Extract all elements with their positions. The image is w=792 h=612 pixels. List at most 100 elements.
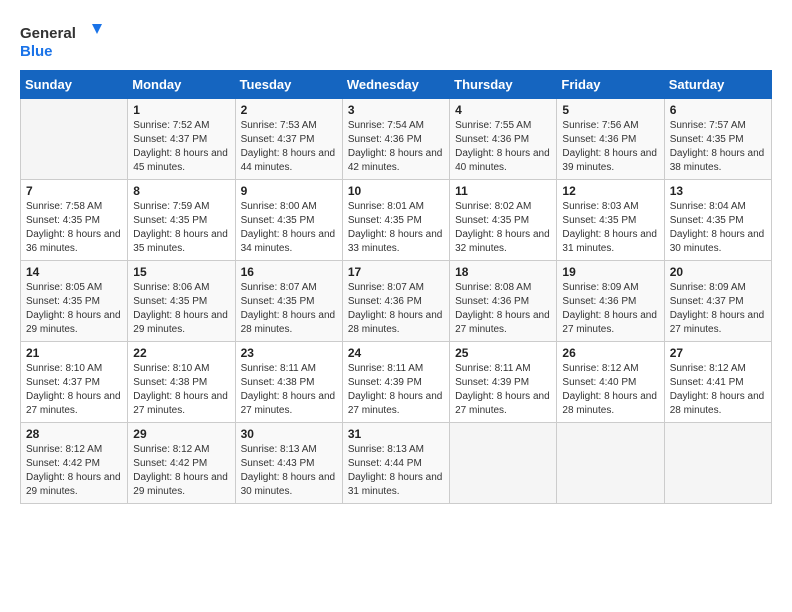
day-details: Sunrise: 8:12 AMSunset: 4:42 PMDaylight:…	[133, 443, 229, 499]
calendar-cell: 28 Sunrise: 8:12 AMSunset: 4:42 PMDayligh…	[21, 423, 128, 504]
day-number: 28	[26, 427, 122, 441]
day-number: 11	[455, 184, 551, 198]
calendar-cell: 31Sunrise: 8:13 AMSunset: 4:44 PMDayligh…	[342, 423, 449, 504]
calendar-cell	[450, 423, 557, 504]
day-number: 31	[348, 427, 444, 441]
day-details: Sunrise: 8:10 AMSunset: 4:37 PMDaylight:…	[26, 362, 122, 418]
day-number: 18	[455, 265, 551, 279]
calendar-cell: 24 Sunrise: 8:11 AMSunset: 4:39 PMDayligh…	[342, 342, 449, 423]
calendar-cell: 8 Sunrise: 7:59 AMSunset: 4:35 PMDaylight…	[128, 180, 235, 261]
day-number: 1	[133, 103, 229, 117]
day-details: Sunrise: 8:13 AMSunset: 4:43 PMDaylight:…	[241, 443, 337, 499]
day-details: Sunrise: 8:12 AMSunset: 4:41 PMDaylight:…	[670, 362, 766, 418]
day-number: 22	[133, 346, 229, 360]
calendar-cell: 7Sunrise: 7:58 AMSunset: 4:35 PMDaylight…	[21, 180, 128, 261]
calendar-table: SundayMondayTuesdayWednesdayThursdayFrid…	[20, 70, 772, 504]
day-details: Sunrise: 8:11 AMSunset: 4:38 PMDaylight:…	[241, 362, 337, 418]
calendar-cell: 2 Sunrise: 7:53 AMSunset: 4:37 PMDaylight…	[235, 99, 342, 180]
day-number: 10	[348, 184, 444, 198]
day-number: 24	[348, 346, 444, 360]
day-number: 4	[455, 103, 551, 117]
calendar-week-row: 1 Sunrise: 7:52 AMSunset: 4:37 PMDaylight…	[21, 99, 772, 180]
weekday-header-cell: Thursday	[450, 71, 557, 99]
calendar-cell: 14 Sunrise: 8:05 AMSunset: 4:35 PMDayligh…	[21, 261, 128, 342]
calendar-cell: 3Sunrise: 7:54 AMSunset: 4:36 PMDaylight…	[342, 99, 449, 180]
day-details: Sunrise: 7:53 AMSunset: 4:37 PMDaylight:…	[241, 119, 337, 175]
calendar-cell: 23 Sunrise: 8:11 AMSunset: 4:38 PMDayligh…	[235, 342, 342, 423]
day-number: 23	[241, 346, 337, 360]
calendar-cell: 22Sunrise: 8:10 AMSunset: 4:38 PMDayligh…	[128, 342, 235, 423]
day-number: 21	[26, 346, 122, 360]
day-details: Sunrise: 8:04 AMSunset: 4:35 PMDaylight:…	[670, 200, 766, 256]
calendar-cell: 27 Sunrise: 8:12 AMSunset: 4:41 PMDayligh…	[664, 342, 771, 423]
weekday-header-cell: Tuesday	[235, 71, 342, 99]
day-details: Sunrise: 8:11 AMSunset: 4:39 PMDaylight:…	[455, 362, 551, 418]
day-details: Sunrise: 8:12 AMSunset: 4:40 PMDaylight:…	[562, 362, 658, 418]
calendar-cell: 18 Sunrise: 8:08 AMSunset: 4:36 PMDayligh…	[450, 261, 557, 342]
calendar-week-row: 21 Sunrise: 8:10 AMSunset: 4:37 PMDayligh…	[21, 342, 772, 423]
day-details: Sunrise: 7:59 AMSunset: 4:35 PMDaylight:…	[133, 200, 229, 256]
calendar-cell: 29 Sunrise: 8:12 AMSunset: 4:42 PMDayligh…	[128, 423, 235, 504]
calendar-week-row: 7Sunrise: 7:58 AMSunset: 4:35 PMDaylight…	[21, 180, 772, 261]
day-number: 27	[670, 346, 766, 360]
svg-text:Blue: Blue	[20, 43, 53, 60]
calendar-cell: 21 Sunrise: 8:10 AMSunset: 4:37 PMDayligh…	[21, 342, 128, 423]
day-number: 30	[241, 427, 337, 441]
calendar-week-row: 28 Sunrise: 8:12 AMSunset: 4:42 PMDayligh…	[21, 423, 772, 504]
day-number: 2	[241, 103, 337, 117]
day-details: Sunrise: 8:00 AMSunset: 4:35 PMDaylight:…	[241, 200, 337, 256]
calendar-cell: 16Sunrise: 8:07 AMSunset: 4:35 PMDayligh…	[235, 261, 342, 342]
day-number: 20	[670, 265, 766, 279]
calendar-cell	[21, 99, 128, 180]
logo: General Blue	[20, 20, 110, 62]
calendar-cell: 17 Sunrise: 8:07 AMSunset: 4:36 PMDayligh…	[342, 261, 449, 342]
day-details: Sunrise: 8:08 AMSunset: 4:36 PMDaylight:…	[455, 281, 551, 337]
day-details: Sunrise: 7:57 AMSunset: 4:35 PMDaylight:…	[670, 119, 766, 175]
day-number: 7	[26, 184, 122, 198]
day-details: Sunrise: 8:02 AMSunset: 4:35 PMDaylight:…	[455, 200, 551, 256]
calendar-cell: 30 Sunrise: 8:13 AMSunset: 4:43 PMDayligh…	[235, 423, 342, 504]
day-number: 9	[241, 184, 337, 198]
day-details: Sunrise: 8:05 AMSunset: 4:35 PMDaylight:…	[26, 281, 122, 337]
day-number: 25	[455, 346, 551, 360]
day-details: Sunrise: 8:03 AMSunset: 4:35 PMDaylight:…	[562, 200, 658, 256]
day-details: Sunrise: 8:07 AMSunset: 4:36 PMDaylight:…	[348, 281, 444, 337]
day-number: 5	[562, 103, 658, 117]
calendar-cell: 13Sunrise: 8:04 AMSunset: 4:35 PMDayligh…	[664, 180, 771, 261]
calendar-cell: 9 Sunrise: 8:00 AMSunset: 4:35 PMDaylight…	[235, 180, 342, 261]
calendar-week-row: 14 Sunrise: 8:05 AMSunset: 4:35 PMDayligh…	[21, 261, 772, 342]
svg-text:General: General	[20, 25, 76, 42]
day-number: 15	[133, 265, 229, 279]
day-number: 29	[133, 427, 229, 441]
weekday-header-cell: Monday	[128, 71, 235, 99]
calendar-cell: 19Sunrise: 8:09 AMSunset: 4:36 PMDayligh…	[557, 261, 664, 342]
day-details: Sunrise: 8:12 AMSunset: 4:42 PMDaylight:…	[26, 443, 122, 499]
day-details: Sunrise: 7:52 AMSunset: 4:37 PMDaylight:…	[133, 119, 229, 175]
day-number: 14	[26, 265, 122, 279]
logo-svg: General Blue	[20, 20, 110, 62]
calendar-cell: 4 Sunrise: 7:55 AMSunset: 4:36 PMDaylight…	[450, 99, 557, 180]
day-details: Sunrise: 8:07 AMSunset: 4:35 PMDaylight:…	[241, 281, 337, 337]
weekday-header-cell: Sunday	[21, 71, 128, 99]
weekday-header-cell: Friday	[557, 71, 664, 99]
day-details: Sunrise: 8:06 AMSunset: 4:35 PMDaylight:…	[133, 281, 229, 337]
day-number: 26	[562, 346, 658, 360]
calendar-cell: 6 Sunrise: 7:57 AMSunset: 4:35 PMDaylight…	[664, 99, 771, 180]
day-details: Sunrise: 8:11 AMSunset: 4:39 PMDaylight:…	[348, 362, 444, 418]
day-number: 12	[562, 184, 658, 198]
day-number: 8	[133, 184, 229, 198]
day-details: Sunrise: 8:09 AMSunset: 4:36 PMDaylight:…	[562, 281, 658, 337]
day-number: 6	[670, 103, 766, 117]
calendar-cell: 10 Sunrise: 8:01 AMSunset: 4:35 PMDayligh…	[342, 180, 449, 261]
calendar-cell: 25 Sunrise: 8:11 AMSunset: 4:39 PMDayligh…	[450, 342, 557, 423]
header: General Blue	[20, 20, 772, 62]
calendar-cell: 1 Sunrise: 7:52 AMSunset: 4:37 PMDaylight…	[128, 99, 235, 180]
calendar-cell: 15 Sunrise: 8:06 AMSunset: 4:35 PMDayligh…	[128, 261, 235, 342]
day-number: 17	[348, 265, 444, 279]
calendar-cell: 26 Sunrise: 8:12 AMSunset: 4:40 PMDayligh…	[557, 342, 664, 423]
calendar-cell: 5Sunrise: 7:56 AMSunset: 4:36 PMDaylight…	[557, 99, 664, 180]
day-details: Sunrise: 7:55 AMSunset: 4:36 PMDaylight:…	[455, 119, 551, 175]
day-number: 3	[348, 103, 444, 117]
weekday-header-cell: Wednesday	[342, 71, 449, 99]
day-details: Sunrise: 8:01 AMSunset: 4:35 PMDaylight:…	[348, 200, 444, 256]
